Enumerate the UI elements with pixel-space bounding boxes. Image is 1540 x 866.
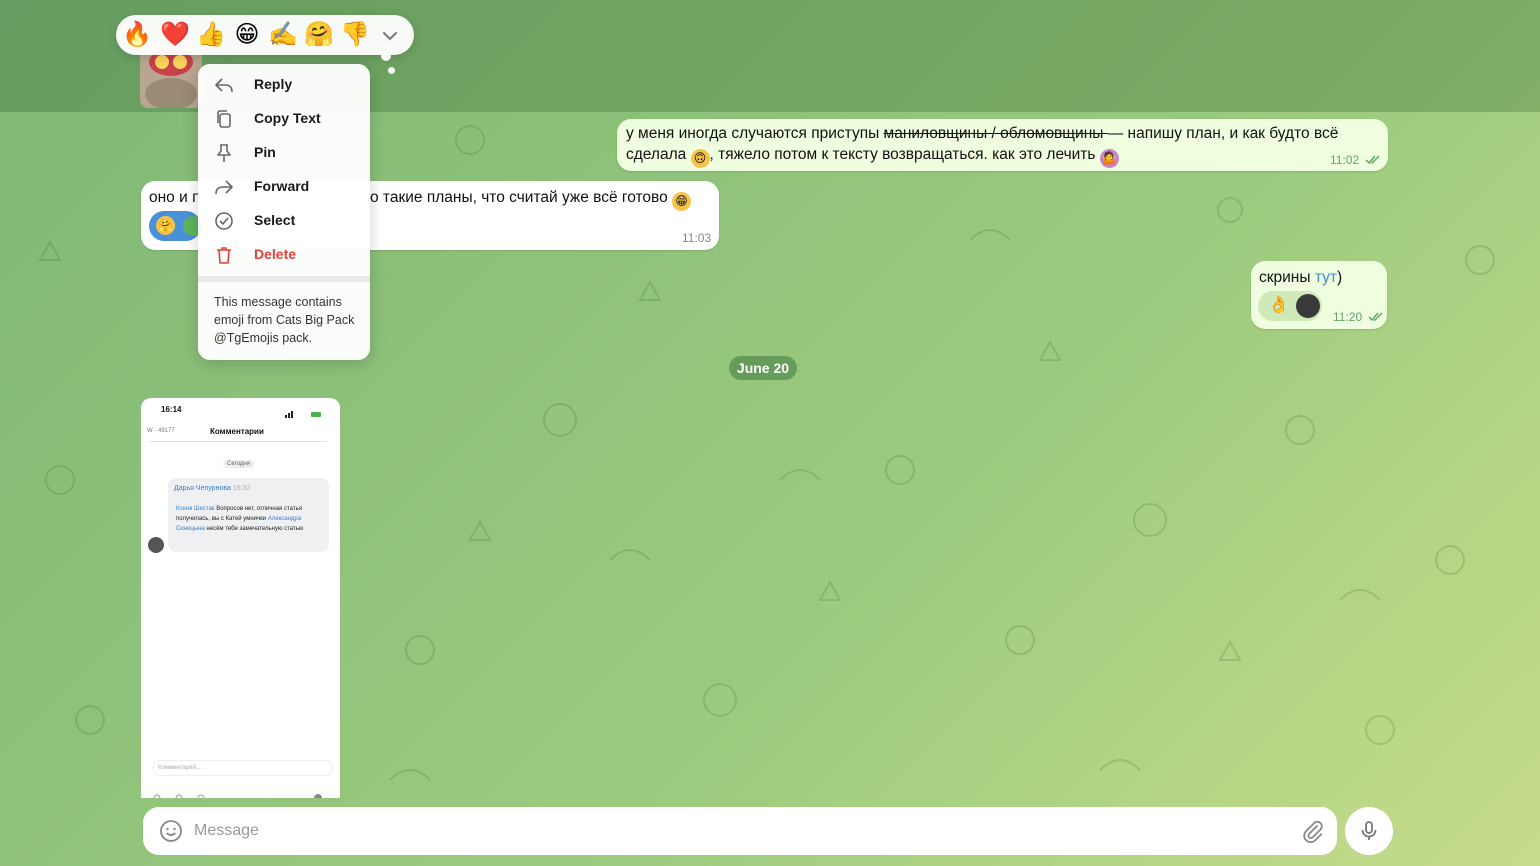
reaction-hug-button[interactable]: 🤗	[304, 20, 334, 50]
reaction-heart-button[interactable]: ❤️	[160, 20, 190, 50]
paperclip-icon[interactable]	[1300, 819, 1324, 843]
menu-item-label: Pin	[254, 144, 276, 160]
grin-emoji-icon: 😁	[672, 192, 692, 211]
menu-item-copy-text[interactable]: Copy Text	[198, 102, 370, 136]
menu-item-reply[interactable]: Reply	[198, 68, 370, 102]
read-checks-icon	[1368, 312, 1384, 322]
shot-divider	[149, 441, 327, 442]
reaction-avatar	[1296, 294, 1320, 318]
reaction-grin-button[interactable]: 😁	[232, 20, 262, 50]
menu-item-pin[interactable]: Pin	[198, 136, 370, 170]
menu-item-delete[interactable]: Delete	[198, 238, 370, 272]
voice-record-button[interactable]	[1345, 807, 1393, 855]
reaction-thumbs-down-button[interactable]: 👎	[340, 20, 370, 50]
shot-input: Комментарий...	[153, 760, 333, 776]
shot-status-time: 16:14	[161, 405, 182, 414]
ok-hand-emoji-icon: 👌	[1268, 295, 1290, 314]
menu-emoji-pack-note[interactable]: This message contains emoji from Cats Bi…	[214, 293, 358, 347]
copy-icon	[217, 110, 231, 128]
reaction-thumbs-up-button[interactable]: 👍	[196, 20, 226, 50]
reaction-picker: 🔥 ❤️ 👍 😁 ✍️ 🤗 👎	[116, 15, 414, 55]
message-time: 11:02	[1330, 153, 1381, 167]
shot-comment-bubble: Дарья Чепурнова 16:32 Ксеня Шестак Вопро…	[168, 478, 329, 552]
forward-icon	[215, 180, 233, 195]
message-text: скрины тут)	[1259, 269, 1343, 286]
message-text: у меня иногда случаются приступы манилов…	[626, 125, 1339, 142]
message-text-right: о такие планы, что считай уже всё готово…	[370, 189, 692, 211]
message-bubble-outgoing[interactable]: скрины тут) 👌 11:20	[1251, 261, 1387, 329]
menu-item-forward[interactable]: Forward	[198, 170, 370, 204]
shot-comment-text: Ксеня Шестак Вопросов нет, отличная стат…	[176, 506, 304, 532]
message-text-line2: сделала 🙃, тяжело потом к тексту возвращ…	[626, 146, 1119, 168]
message-context-menu: Reply Copy Text Pin Forward Select Delet…	[198, 64, 370, 360]
upside-down-face-emoji-icon: 🙃	[690, 149, 710, 168]
image-message-screenshot[interactable]: 16:14 W - 49177 Комментарии Сегодня Дарь…	[141, 398, 340, 798]
shot-author: Дарья Чепурнова	[174, 485, 231, 492]
reaction-pill[interactable]: 👌	[1258, 291, 1322, 321]
reaction-picker-tail	[388, 67, 395, 74]
select-check-icon	[215, 212, 233, 230]
shot-toolbar-icons	[153, 789, 333, 798]
reaction-pill[interactable]: 🤗	[149, 211, 203, 241]
message-composer: Message	[143, 807, 1337, 855]
menu-item-label: Reply	[254, 76, 293, 92]
microphone-icon	[1361, 821, 1377, 840]
menu-item-label: Delete	[254, 246, 297, 262]
message-text-left: оно и п	[149, 189, 201, 206]
trash-icon	[217, 247, 231, 264]
shot-author-meta: 16:32	[232, 485, 251, 492]
pin-icon	[217, 144, 231, 162]
shot-status-icons	[285, 406, 325, 418]
message-link[interactable]: тут	[1315, 269, 1337, 286]
reaction-fire-button[interactable]: 🔥	[122, 20, 152, 50]
menu-divider	[198, 276, 370, 282]
date-separator: June 20	[729, 356, 797, 380]
shot-nav-back: W - 49177	[147, 428, 175, 434]
reaction-writing-hand-button[interactable]: ✍️	[268, 20, 298, 50]
chevron-down-icon[interactable]	[380, 26, 400, 46]
menu-item-label: Select	[254, 212, 296, 228]
menu-item-label: Copy Text	[254, 110, 321, 126]
reaction-picker-tail	[381, 51, 391, 61]
message-input[interactable]: Message	[194, 822, 259, 840]
reply-icon	[215, 78, 233, 93]
shot-avatar	[148, 537, 164, 553]
shot-date-chip: Сегодня	[223, 460, 254, 468]
message-time: 11:03	[682, 231, 712, 245]
smile-icon[interactable]	[159, 819, 183, 843]
message-bubble-outgoing[interactable]: у меня иногда случаются приступы манилов…	[617, 119, 1388, 171]
menu-item-select[interactable]: Select	[198, 204, 370, 238]
menu-item-label: Forward	[254, 178, 310, 194]
read-checks-icon	[1365, 155, 1381, 165]
message-time: 11:20	[1333, 310, 1384, 324]
shrug-emoji-icon: 🤷	[1099, 149, 1119, 168]
shot-nav-title: Комментарии	[210, 427, 264, 436]
hug-emoji-icon: 🤗	[156, 216, 175, 235]
